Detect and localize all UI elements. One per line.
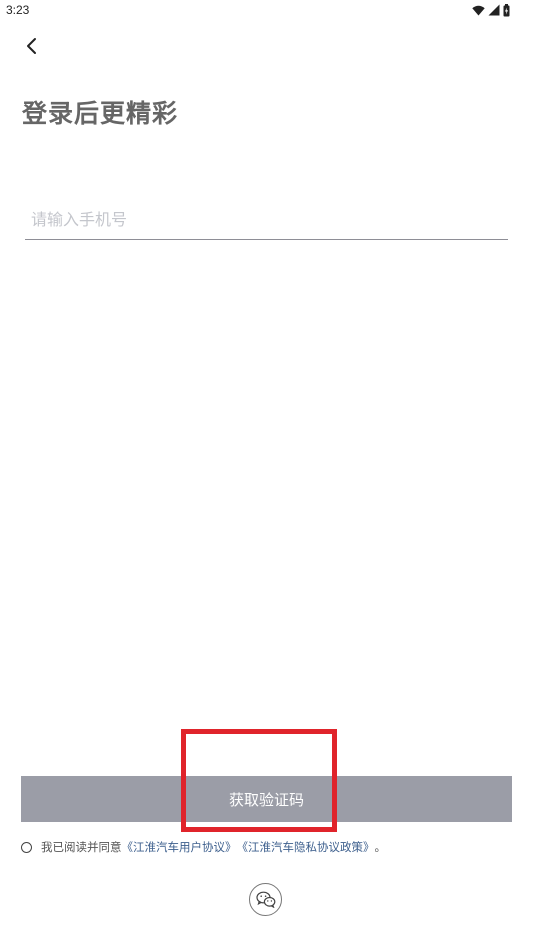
get-code-button[interactable]: 获取验证码 xyxy=(21,776,512,822)
status-bar: 3:23 xyxy=(0,0,533,22)
wifi-icon xyxy=(472,5,485,15)
page-title: 登录后更精彩 xyxy=(22,99,179,128)
status-icons xyxy=(472,3,510,17)
chevron-left-icon xyxy=(27,38,36,54)
wechat-icon xyxy=(255,891,275,908)
phone-input[interactable] xyxy=(25,200,508,240)
user-agreement-link[interactable]: 《江淮汽车用户协议》 xyxy=(122,839,237,855)
privacy-policy-link[interactable]: 《江淮汽车隐私协议政策》 xyxy=(237,839,375,855)
agreement-checkbox[interactable] xyxy=(21,841,32,853)
agreement-suffix: 。 xyxy=(374,840,387,854)
wechat-login-button[interactable] xyxy=(249,883,282,916)
status-time: 3:23 xyxy=(6,3,30,17)
agreement-prefix: 我已阅读并同意 xyxy=(41,840,122,854)
battery-icon xyxy=(503,3,510,16)
agreement-row: 我已阅读并同意 《江淮汽车用户协议》 《江淮汽车隐私协议政策》 。 xyxy=(21,839,386,855)
back-button[interactable] xyxy=(20,34,44,58)
signal-icon xyxy=(488,4,500,16)
